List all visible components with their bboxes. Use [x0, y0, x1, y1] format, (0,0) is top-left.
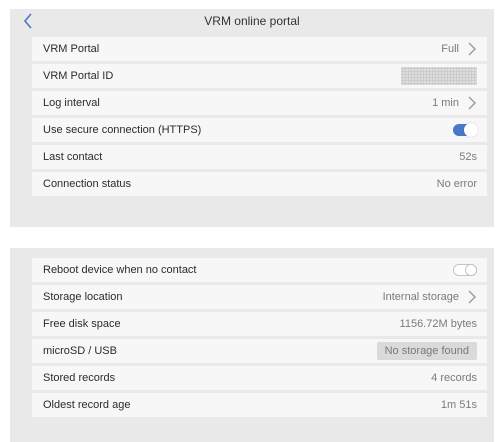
- row-value: Full: [441, 43, 459, 55]
- row-storage-location[interactable]: Storage location Internal storage: [32, 285, 487, 309]
- row-value: 4 records: [431, 372, 477, 384]
- row-label: Free disk space: [43, 318, 121, 330]
- row-connection-status: Connection status No error: [32, 172, 487, 196]
- row-label: VRM Portal: [43, 43, 100, 55]
- row-vrm-portal-id: VRM Portal ID: [32, 64, 487, 88]
- row-label: Log interval: [43, 97, 100, 109]
- chevron-right-icon: [468, 96, 476, 110]
- row-value: 1 min: [432, 97, 459, 109]
- row-free-disk-space: Free disk space 1156.72M bytes: [32, 312, 487, 336]
- row-value: 1156.72M bytes: [399, 318, 477, 330]
- row-oldest-record-age: Oldest record age 1m 51s: [32, 393, 487, 417]
- row-label: Oldest record age: [43, 399, 131, 411]
- chevron-right-icon: [468, 290, 476, 304]
- page-title: VRM online portal: [204, 14, 300, 28]
- row-reboot-no-contact: Reboot device when no contact: [32, 258, 487, 282]
- portal-id-mask: [401, 67, 477, 85]
- https-toggle[interactable]: [453, 123, 478, 137]
- chevron-left-icon: [23, 13, 32, 29]
- row-label: Storage location: [43, 291, 123, 303]
- row-label: Use secure connection (HTTPS): [43, 124, 202, 136]
- row-value: No error: [436, 178, 477, 190]
- row-label: Stored records: [43, 372, 116, 384]
- row-value: 52s: [459, 151, 477, 163]
- row-label: Connection status: [43, 178, 132, 190]
- chevron-right-icon: [468, 42, 476, 56]
- storage-status-badge: No storage found: [376, 342, 477, 360]
- row-value: 1m 51s: [440, 399, 477, 411]
- row-log-interval[interactable]: Log interval 1 min: [32, 91, 487, 115]
- row-stored-records: Stored records 4 records: [32, 366, 487, 390]
- header-bar: VRM online portal: [10, 9, 494, 33]
- row-value: Internal storage: [382, 291, 459, 303]
- row-last-contact: Last contact 52s: [32, 145, 487, 169]
- row-label: Last contact: [43, 151, 103, 163]
- storage-panel: Reboot device when no contact Storage lo…: [10, 248, 494, 442]
- row-label: VRM Portal ID: [43, 70, 114, 82]
- row-label: microSD / USB: [43, 345, 117, 357]
- row-secure-connection: Use secure connection (HTTPS): [32, 118, 487, 142]
- reboot-toggle[interactable]: [453, 264, 477, 276]
- back-button[interactable]: [19, 11, 37, 31]
- vrm-portal-panel: VRM online portal VRM Portal Full VRM Po…: [10, 9, 494, 227]
- row-microsd-usb: microSD / USB No storage found: [32, 339, 487, 363]
- row-label: Reboot device when no contact: [43, 264, 197, 276]
- row-vrm-portal[interactable]: VRM Portal Full: [32, 37, 487, 61]
